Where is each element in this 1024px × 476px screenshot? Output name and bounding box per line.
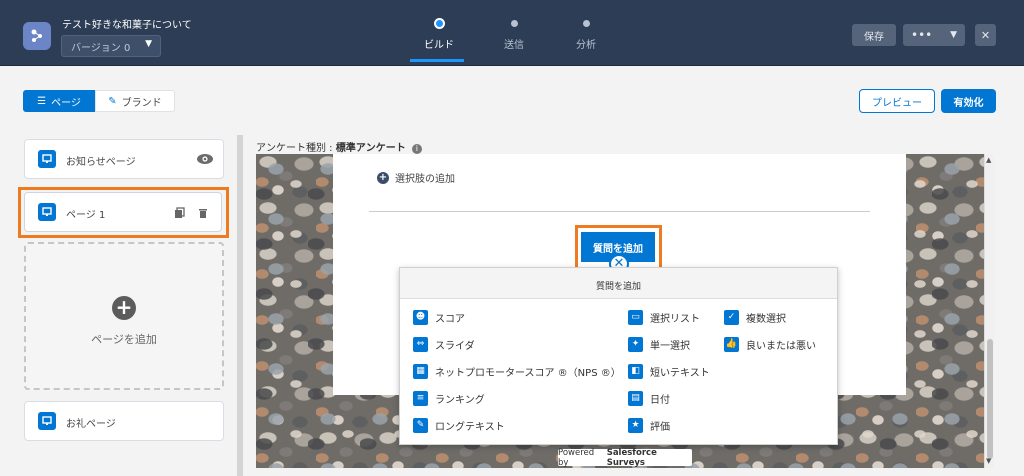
page-card-thanks[interactable]: お礼ページ <box>24 401 224 441</box>
brand-toggle-button[interactable]: ✎ ブランド <box>95 90 175 112</box>
checkbox-icon: ✓ <box>724 310 739 325</box>
tab-send-label: 送信 <box>504 40 524 51</box>
page-card-welcome[interactable]: お知らせページ <box>24 139 224 179</box>
page-card-label: お知らせページ <box>66 157 136 168</box>
version-label: バージョン 0 <box>71 42 131 54</box>
nps-icon: ▦ <box>413 364 428 379</box>
menu-item-label: ネットプロモータースコア ®（NPS ®） <box>435 368 621 379</box>
more-dots-icon: ••• <box>911 28 933 42</box>
info-icon[interactable]: i <box>411 144 422 154</box>
thumbs-up-icon: 👍 <box>724 337 739 352</box>
add-option-label: 選択肢の追加 <box>395 174 455 185</box>
tab-analyze[interactable]: 分析 <box>558 16 614 51</box>
smiley-icon: ☻ <box>413 310 428 325</box>
menu-item-ranking[interactable]: ≡ ランキング <box>413 391 485 406</box>
menu-item-label: 短いテキスト <box>650 368 710 379</box>
slider-icon: ⇔ <box>413 337 428 352</box>
menu-item-label: 日付 <box>650 395 670 406</box>
star-icon: ★ <box>628 418 643 433</box>
chevron-down-icon: ▼ <box>950 30 957 40</box>
activate-button[interactable]: 有効化 <box>941 89 996 113</box>
calendar-icon: ▤ <box>628 391 643 406</box>
brush-icon: ✎ <box>108 95 117 107</box>
short-text-icon: ◧ <box>628 364 643 379</box>
question-type-menu: 質問を追加 ☻ スコア ⇔ スライダ ▦ ネットプロモータースコア ®（NPS … <box>399 267 838 445</box>
menu-item-label: ロングテキスト <box>435 422 505 433</box>
menu-item-label: 単一選択 <box>650 341 690 352</box>
version-select[interactable]: バージョン 0 ▼ <box>61 35 161 57</box>
menu-item-single-select[interactable]: ✦ 単一選択 <box>628 337 690 352</box>
menu-item-label: スコア <box>435 314 465 325</box>
add-page-label: ページを追加 <box>91 333 157 346</box>
add-page-dropzone[interactable]: + ページを追加 <box>24 242 224 390</box>
single-select-icon: ✦ <box>628 337 643 352</box>
canvas-scrollbar[interactable]: ▲ ▼ <box>984 154 994 468</box>
menu-item-date[interactable]: ▤ 日付 <box>628 391 670 406</box>
survey-type: アンケート種別 : 標準アンケート i <box>256 139 422 154</box>
tab-build[interactable]: ビルド <box>411 16 467 51</box>
menu-item-label: 選択リスト <box>650 314 700 325</box>
chevron-down-icon: ▼ <box>145 39 152 49</box>
menu-item-short-text[interactable]: ◧ 短いテキスト <box>628 364 710 379</box>
menu-item-multi-select[interactable]: ✓ 複数選択 <box>724 310 786 325</box>
long-text-icon: ✎ <box>413 418 428 433</box>
menu-item-long-text[interactable]: ✎ ロングテキスト <box>413 418 505 433</box>
menu-item-rating[interactable]: ★ 評価 <box>628 418 670 433</box>
app-header: テスト好きな和菓子について バージョン 0 ▼ ビルド 送信 分析 保存 •••… <box>0 0 1024 66</box>
active-tab-indicator <box>410 59 464 62</box>
menu-item-slider[interactable]: ⇔ スライダ <box>413 337 475 352</box>
scroll-down-arrow-icon[interactable]: ▼ <box>986 457 991 465</box>
menu-item-label: ランキング <box>435 395 485 406</box>
survey-type-prefix: アンケート種別 : <box>256 143 336 154</box>
tab-build-label: ビルド <box>424 40 454 51</box>
trash-icon[interactable] <box>197 207 209 222</box>
powered-prefix: Powered by <box>558 447 595 468</box>
survey-logo-icon <box>23 22 51 50</box>
panel-divider[interactable] <box>237 135 243 476</box>
divider-line <box>369 211 870 212</box>
menu-item-good-bad[interactable]: 👍 良いまたは悪い <box>724 337 816 352</box>
eye-icon[interactable] <box>196 150 214 171</box>
powered-brand: Salesforce Surveys <box>606 447 657 468</box>
add-page-plus-icon: + <box>112 296 136 320</box>
scrollbar-thumb[interactable] <box>987 339 993 459</box>
scroll-up-arrow-icon[interactable]: ▲ <box>986 156 991 164</box>
ranking-icon: ≡ <box>413 391 428 406</box>
monitor-icon <box>38 203 56 221</box>
page-card-label: ページ 1 <box>66 210 106 221</box>
page-toggle-button[interactable]: ☰ ページ <box>23 90 95 112</box>
menu-header: 質問を追加 <box>400 268 837 299</box>
list-icon: ☰ <box>37 95 47 107</box>
page-toggle-label: ページ <box>51 97 81 109</box>
add-option-link[interactable]: + 選択肢の追加 <box>377 170 455 185</box>
copy-icon[interactable] <box>174 207 186 222</box>
menu-item-picklist[interactable]: ▭ 選択リスト <box>628 310 700 325</box>
step-dot-icon <box>433 18 445 29</box>
survey-type-value: 標準アンケート <box>335 143 406 154</box>
save-button[interactable]: 保存 <box>852 24 896 46</box>
more-actions-button[interactable]: ••• ▼ <box>903 24 965 46</box>
menu-item-nps[interactable]: ▦ ネットプロモータースコア ®（NPS ®） <box>413 364 621 379</box>
menu-item-label: スライダ <box>435 341 475 352</box>
plus-circle-icon: + <box>377 171 389 184</box>
page-card-page1[interactable]: ページ 1 <box>24 192 222 232</box>
step-dot-icon <box>510 20 518 27</box>
preview-button[interactable]: プレビュー <box>859 89 935 113</box>
page-card-label: お礼ページ <box>66 419 116 430</box>
menu-item-label: 複数選択 <box>746 314 786 325</box>
tab-send[interactable]: 送信 <box>486 16 542 51</box>
survey-title: テスト好きな和菓子について <box>62 20 192 31</box>
menu-item-label: 良いまたは悪い <box>746 341 816 352</box>
menu-item-label: 評価 <box>650 422 670 433</box>
monitor-icon <box>38 412 56 430</box>
brand-toggle-label: ブランド <box>121 97 162 109</box>
close-button[interactable]: ✕ <box>975 24 996 46</box>
monitor-icon <box>38 150 56 168</box>
step-dot-icon <box>582 20 590 27</box>
menu-item-score[interactable]: ☻ スコア <box>413 310 465 325</box>
powered-by-badge: Powered by Salesforce Surveys <box>558 447 692 468</box>
picklist-icon: ▭ <box>628 310 643 325</box>
tab-analyze-label: 分析 <box>576 40 596 51</box>
